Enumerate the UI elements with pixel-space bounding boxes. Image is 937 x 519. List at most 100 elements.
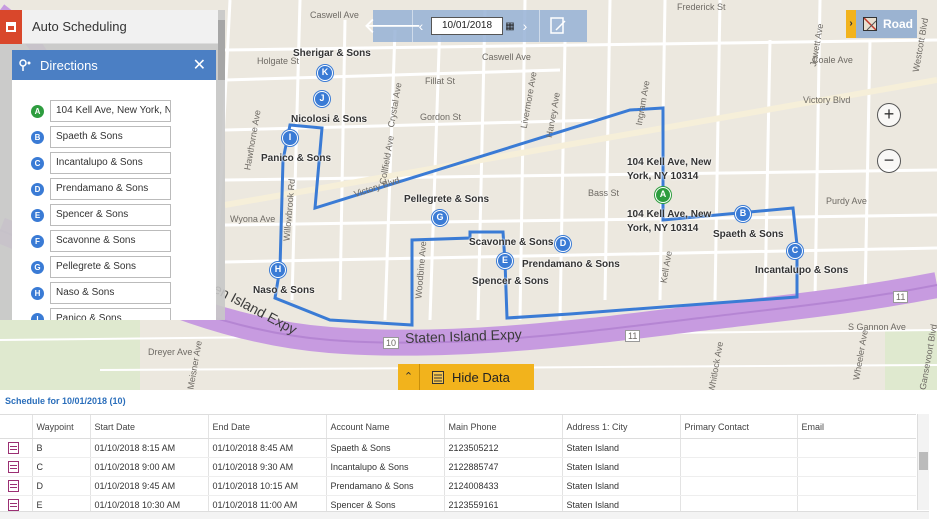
stop-input[interactable]: Spaeth & Sons xyxy=(50,126,171,148)
direction-stop: G Pellegrete & Sons xyxy=(12,256,216,278)
edit-note-icon[interactable] xyxy=(540,16,576,36)
stop-label-k: Sherigar & Sons xyxy=(293,48,371,59)
column-header-main-phone[interactable]: Main Phone xyxy=(443,414,562,439)
column-header-account-name[interactable]: Account Name xyxy=(325,414,444,439)
direction-stop: H Naso & Sons xyxy=(12,282,216,304)
stop-input[interactable]: Spencer & Sons xyxy=(50,204,171,226)
stop-input[interactable]: Panico & Sons xyxy=(50,308,171,320)
street-label: Victory Blvd xyxy=(803,95,851,105)
waypoint-pin-c[interactable]: C xyxy=(787,243,803,259)
stop-input[interactable]: Pellegrete & Sons xyxy=(50,256,171,278)
next-date-button[interactable]: › xyxy=(517,18,533,34)
stop-badge: B xyxy=(31,130,44,144)
calendar-icon xyxy=(0,9,22,44)
waypoint-pin-d[interactable]: D xyxy=(555,236,571,252)
stop-input[interactable]: Incantalupo & Sons xyxy=(50,152,171,174)
schedule-table: Waypoint Start Date End Date Account Nam… xyxy=(0,414,916,515)
road-map-icon xyxy=(863,17,877,31)
waypoint-pin-a[interactable]: A xyxy=(655,187,671,203)
table-row[interactable]: B 01/10/2018 8:15 AM 01/10/2018 8:45 AM … xyxy=(0,438,916,458)
app-window: Caswell Ave Frederick St Jewett Ave Holg… xyxy=(0,0,937,519)
calendar-picker-icon[interactable]: ▦ xyxy=(503,21,517,32)
cell-end-date: 01/10/2018 8:45 AM xyxy=(207,438,326,458)
stop-input[interactable]: 104 Kell Ave, New York, NY xyxy=(50,100,171,122)
stop-label-j: Nicolosi & Sons xyxy=(291,114,368,125)
cell-waypoint: B xyxy=(31,438,90,458)
stop-label-h: Naso & Sons xyxy=(253,285,315,296)
road-label: Road xyxy=(883,17,913,31)
street-label: Fillat St xyxy=(425,76,456,86)
close-icon[interactable]: ✕ xyxy=(193,55,206,75)
appointment-record-icon[interactable] xyxy=(8,461,19,473)
route-shield: 10 xyxy=(383,337,400,349)
waypoint-pin-b[interactable]: B xyxy=(735,206,751,222)
appointment-record-icon[interactable] xyxy=(8,442,19,454)
waypoint-pin-i[interactable]: I xyxy=(282,130,298,146)
waypoint-pin-k[interactable]: K xyxy=(317,65,333,81)
direction-stop: D Prendamano & Sons xyxy=(12,178,216,200)
cell-end-date: 01/10/2018 10:15 AM xyxy=(207,476,326,496)
cell-account-name[interactable]: Incantalupo & Sons xyxy=(325,457,444,477)
appointment-record-icon[interactable] xyxy=(8,480,19,492)
date-field[interactable]: 10/01/2018 xyxy=(431,17,503,35)
route-shield: 11 xyxy=(625,330,641,342)
cell-email xyxy=(796,457,916,477)
street-label: Dreyer Ave xyxy=(148,347,193,357)
table-row[interactable]: D 01/10/2018 9:45 AM 01/10/2018 10:15 AM… xyxy=(0,476,916,496)
stop-label-a-end: 104 Kell Ave, New York, NY 10314 xyxy=(627,209,712,234)
stop-label-d: Prendamano & Sons xyxy=(522,259,620,270)
scrollbar-thumb[interactable] xyxy=(919,452,928,470)
stop-input[interactable]: Scavonne & Sons xyxy=(50,230,171,252)
waypoint-pin-h[interactable]: H xyxy=(270,262,286,278)
stop-label-f: Scavonne & Sons xyxy=(469,237,554,248)
map-style-button[interactable]: › Road xyxy=(846,10,917,38)
table-row[interactable]: C 01/10/2018 9:00 AM 01/10/2018 9:30 AM … xyxy=(0,457,916,477)
cell-end-date: 01/10/2018 9:30 AM xyxy=(207,457,326,477)
hide-data-button[interactable]: ⌃ Hide Data xyxy=(398,364,534,390)
column-header-end-date[interactable]: End Date xyxy=(207,414,326,439)
auto-scheduling-title: Auto Scheduling xyxy=(32,19,127,34)
cell-primary-contact xyxy=(679,457,797,477)
appointment-record-icon[interactable] xyxy=(8,499,19,511)
cell-account-name[interactable]: Spaeth & Sons xyxy=(325,438,444,458)
road-toggle[interactable]: Road xyxy=(856,10,917,38)
cell-main-phone: 2124008433 xyxy=(443,476,562,496)
street-label: S Gannon Ave xyxy=(848,322,906,332)
stop-label-e: Spencer & Sons xyxy=(472,276,549,287)
column-header-email[interactable]: Email xyxy=(796,414,916,439)
expand-arrow-icon[interactable]: › xyxy=(846,10,856,38)
panel-scrollbar[interactable] xyxy=(218,20,225,80)
stop-input[interactable]: Prendamano & Sons xyxy=(50,178,171,200)
directions-list[interactable]: A 104 Kell Ave, New York, NY B Spaeth & … xyxy=(12,80,216,320)
waypoint-pin-g[interactable]: G xyxy=(432,210,448,226)
street-label: Wyona Ave xyxy=(230,214,276,224)
stop-badge: C xyxy=(31,156,44,170)
cell-waypoint: C xyxy=(31,457,90,477)
waypoint-pin-e[interactable]: E xyxy=(497,253,513,269)
stop-badge: D xyxy=(31,182,44,196)
table-horizontal-scrollbar[interactable] xyxy=(0,511,929,519)
table-vertical-scrollbar[interactable] xyxy=(917,414,929,510)
back-arrow-button[interactable]: 🡐 xyxy=(363,10,422,42)
column-header-city[interactable]: Address 1: City xyxy=(561,414,680,439)
street-label: Purdy Ave xyxy=(826,196,867,206)
direction-stop: E Spencer & Sons xyxy=(12,204,216,226)
auto-scheduling-panel: Auto Scheduling Directions ✕ A 104 Kell … xyxy=(0,9,225,320)
previous-date-button[interactable]: ‹ xyxy=(413,18,429,34)
cell-city: Staten Island xyxy=(561,476,680,496)
cell-city: Staten Island xyxy=(561,438,680,458)
cell-email xyxy=(796,438,916,458)
zoom-in-button[interactable]: + xyxy=(877,103,901,127)
waypoint-pin-j[interactable]: J xyxy=(314,91,330,107)
stop-input[interactable]: Naso & Sons xyxy=(50,282,171,304)
column-header-start-date[interactable]: Start Date xyxy=(89,414,208,439)
street-label: Frederick St xyxy=(677,2,726,12)
directions-pin-icon xyxy=(18,58,32,72)
cell-primary-contact xyxy=(679,476,797,496)
auto-scheduling-header[interactable]: Auto Scheduling xyxy=(0,9,218,44)
cell-account-name[interactable]: Prendamano & Sons xyxy=(325,476,444,496)
column-header-primary-contact[interactable]: Primary Contact xyxy=(679,414,797,439)
zoom-out-button[interactable]: − xyxy=(877,149,901,173)
stop-badge: H xyxy=(31,286,44,300)
column-header-waypoint[interactable]: Waypoint xyxy=(31,414,90,439)
